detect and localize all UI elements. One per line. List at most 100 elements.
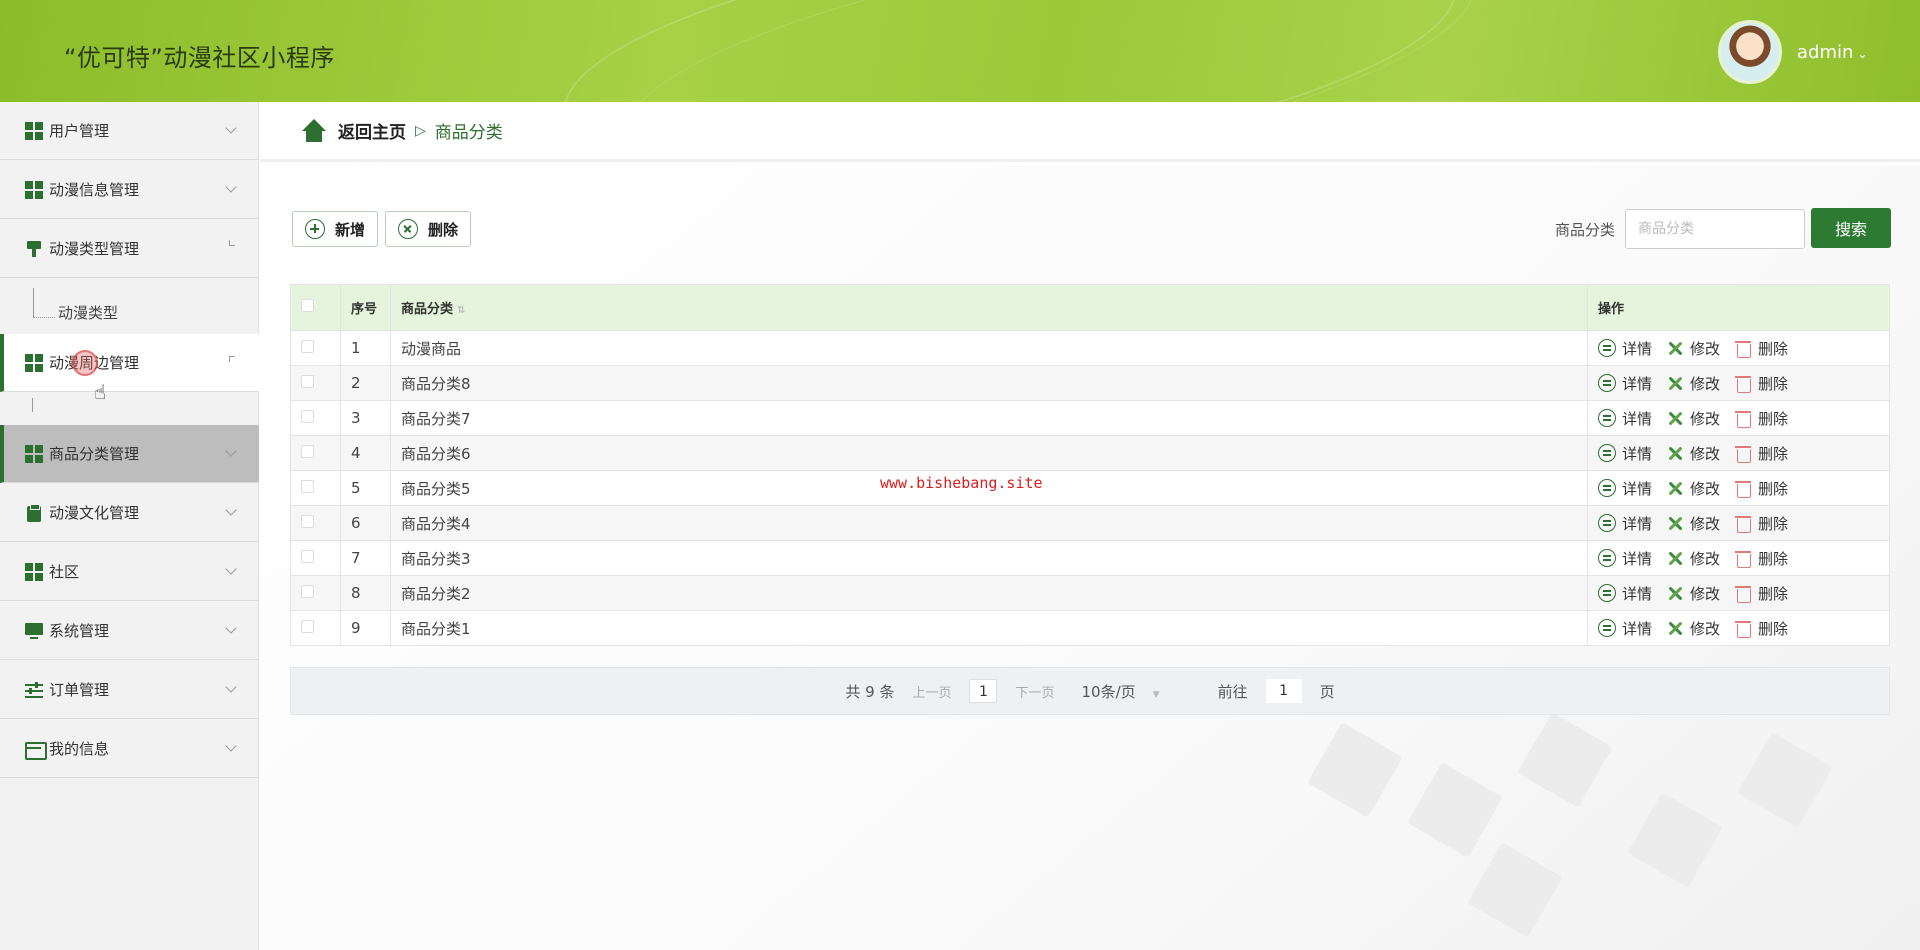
detail-button[interactable]: 详情 [1598,618,1652,639]
row-ops: 详情 修改 删除 [1587,400,1890,436]
row-checkbox[interactable] [301,375,314,388]
row-delete-button[interactable]: 删除 [1734,443,1788,464]
sliders-icon [25,680,43,699]
detail-button[interactable]: 详情 [1598,583,1652,604]
add-button[interactable]: 新增 [292,211,379,247]
row-delete-button[interactable]: 删除 [1734,548,1788,569]
row-delete-button[interactable]: 删除 [1734,373,1788,394]
detail-label: 详情 [1622,339,1653,358]
sidebar-item-anime-types[interactable]: 动漫类型管理 [0,220,259,278]
sidebar-item-my-info[interactable]: 我的信息 [0,720,259,778]
sidebar-item-anime-culture[interactable]: 动漫文化管理 [0,484,259,542]
pager-goto-input[interactable]: 1 [1265,679,1302,703]
home-icon[interactable] [300,118,328,143]
detail-button[interactable]: 详情 [1598,373,1652,394]
search-input[interactable] [1625,209,1805,249]
row-delete-button[interactable]: 删除 [1734,338,1788,359]
select-all-checkbox[interactable] [301,299,314,312]
detail-button[interactable]: 详情 [1598,408,1652,429]
trash-icon [1734,549,1752,568]
row-checkbox[interactable] [301,515,314,528]
tools-icon [1666,409,1684,427]
edit-button[interactable]: 修改 [1666,618,1720,639]
background-decoration [1407,762,1503,858]
edit-button[interactable]: 修改 [1666,513,1720,534]
detail-button[interactable]: 详情 [1598,478,1652,499]
row-delete-button[interactable]: 删除 [1734,513,1788,534]
row-checkbox[interactable] [301,480,314,493]
table-row: 7 商品分类3 详情 修改 删除 [290,540,1890,576]
sidebar-item-product-category[interactable]: 商品分类管理 [0,425,259,483]
pager-next[interactable]: 下一页 [1015,682,1054,701]
delete-label: 删除 [1758,619,1789,638]
pager-prev[interactable]: 上一页 [912,682,951,701]
edit-button[interactable]: 修改 [1666,478,1720,499]
pagination: 共 9 条 上一页 1 下一页 10条/页 ▼ 前往 1 页 [290,667,1890,715]
detail-icon [1598,339,1616,357]
trash-icon [1734,409,1752,428]
breadcrumb-home[interactable]: 返回主页 [338,118,406,143]
row-checkbox[interactable] [301,340,314,353]
tools-icon [1666,584,1684,602]
trash-icon [1734,514,1752,533]
sidebar-item-orders[interactable]: 订单管理 [0,661,259,719]
row-select-cell [290,400,341,436]
row-checkbox[interactable] [301,410,314,423]
grid-icon [25,121,43,140]
row-checkbox[interactable] [301,585,314,598]
detail-icon [1598,549,1616,567]
edit-label: 修改 [1690,619,1721,638]
sidebar-item-anime-info[interactable]: 动漫信息管理 [0,161,259,219]
row-checkbox[interactable] [301,550,314,563]
sidebar-item-community[interactable]: 社区 [0,543,259,601]
row-delete-button[interactable]: 删除 [1734,583,1788,604]
row-index: 5 [340,470,391,506]
tree-connector [33,288,55,318]
main-content: 新增 删除 商品分类 搜索 序号 商品分类⇅ 操作 1动漫商品详情修改删除2商品… [260,165,1920,950]
edit-button[interactable]: 修改 [1666,338,1720,359]
edit-button[interactable]: 修改 [1666,443,1720,464]
search-button[interactable]: 搜索 [1811,208,1891,248]
row-select-cell [290,610,341,646]
sidebar-item-users[interactable]: 用户管理 [0,102,259,160]
row-select-cell [290,365,341,401]
trash-icon [1734,374,1752,393]
detail-icon [1598,619,1616,637]
chevron-down-icon [225,181,237,193]
trash-icon [1734,584,1752,603]
delete-label: 删除 [1758,339,1789,358]
row-index: 7 [340,540,391,576]
sidebar-item-system[interactable]: 系统管理 [0,602,259,660]
row-select-cell [290,330,341,366]
delete-label: 删除 [1758,584,1789,603]
sidebar-item-merch[interactable]: 动漫周边管理 [0,334,259,392]
row-delete-button[interactable]: 删除 [1734,408,1788,429]
edit-button[interactable]: 修改 [1666,408,1720,429]
row-checkbox[interactable] [301,620,314,633]
edit-button[interactable]: 修改 [1666,583,1720,604]
detail-button[interactable]: 详情 [1598,443,1652,464]
avatar[interactable] [1718,20,1782,84]
clipboard-icon [25,503,43,522]
grid-icon [25,444,43,463]
sidebar-subitem-anime-type[interactable]: 动漫类型 [0,288,259,336]
user-menu[interactable]: admin ⌄ [1797,42,1867,63]
column-header-category[interactable]: 商品分类 ⇅ [390,284,1588,331]
row-delete-button[interactable]: 删除 [1734,478,1788,499]
breadcrumb-current: 商品分类 [434,123,503,143]
delete-button[interactable]: 删除 [385,211,472,247]
search-label: 商品分类 [1555,221,1616,239]
tools-icon [1666,444,1684,462]
pager-current-page[interactable]: 1 [969,679,998,703]
edit-button[interactable]: 修改 [1666,373,1720,394]
pager-size-select[interactable]: 10条/页 ▼ [1073,681,1169,702]
row-checkbox[interactable] [301,445,314,458]
detail-button[interactable]: 详情 [1598,548,1652,569]
edit-button[interactable]: 修改 [1666,548,1720,569]
sidebar-item-label: 动漫类型管理 [49,240,140,258]
sort-icon[interactable]: ⇅ [457,305,465,316]
detail-button[interactable]: 详情 [1598,338,1652,359]
breadcrumb-separator: ▷ [415,122,426,139]
row-delete-button[interactable]: 删除 [1734,618,1788,639]
detail-button[interactable]: 详情 [1598,513,1652,534]
